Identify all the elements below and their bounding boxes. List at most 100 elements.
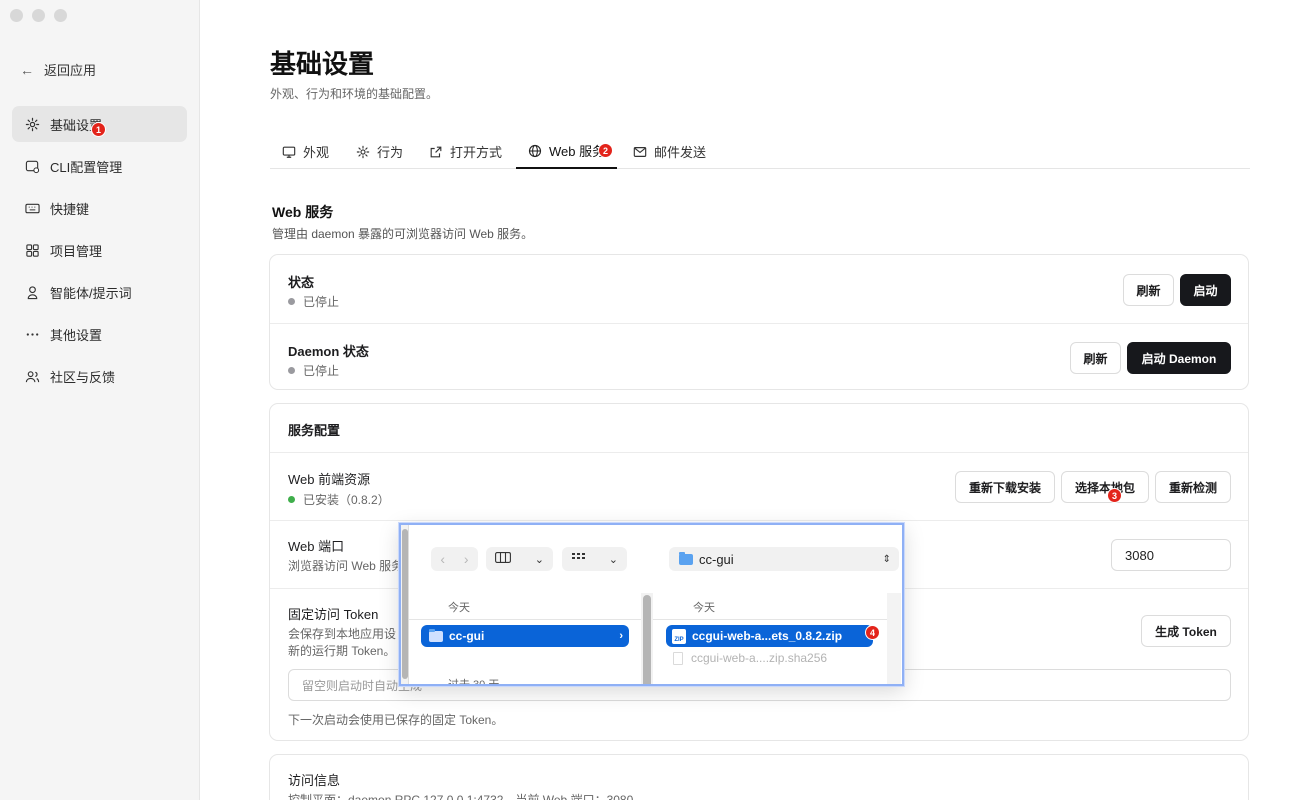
monitor-icon xyxy=(282,145,296,159)
tab-label: 行为 xyxy=(377,145,404,160)
column-header-today-right: 今天 xyxy=(693,602,715,614)
arrow-left-icon: ← xyxy=(20,61,34,78)
columns-icon xyxy=(495,552,511,566)
agent-icon xyxy=(24,284,40,300)
sidebar: ← 返回应用 基础设置 1 CLI配置管理 快捷键 项目管理 智能体/提示词 其… xyxy=(0,0,200,800)
frontend-status-value: 已安装（0.8.2） xyxy=(303,493,390,507)
column-header-today: 今天 xyxy=(448,602,470,614)
token-hint: 下一次启动会使用已保存的固定 Token。 xyxy=(288,713,504,727)
sidebar-item-label: 项目管理 xyxy=(50,243,103,259)
settings-tabs: 外观 行为 打开方式 Web 服务 2 邮件发送 xyxy=(270,134,1250,169)
start-daemon-button[interactable]: 启动 Daemon xyxy=(1127,342,1231,374)
file-icon xyxy=(673,651,683,665)
folder-name: cc-gui xyxy=(449,629,485,643)
folder-icon xyxy=(429,628,443,642)
status-value: 已停止 xyxy=(303,295,340,309)
start-button[interactable]: 启动 xyxy=(1180,274,1231,306)
divider xyxy=(653,619,887,620)
redownload-button[interactable]: 重新下载安装 xyxy=(955,471,1055,503)
config-title: 服务配置 xyxy=(288,423,341,438)
gear-icon xyxy=(24,116,40,132)
scrollbar-track[interactable] xyxy=(887,593,901,684)
tab-mail[interactable]: 邮件发送 xyxy=(621,134,718,169)
section-title: Web 服务 xyxy=(272,204,334,220)
page-title: 基础设置 xyxy=(270,49,375,79)
sidebar-item-label: CLI配置管理 xyxy=(50,159,123,175)
close-window-button[interactable] xyxy=(10,9,23,22)
picker-side-strip xyxy=(401,525,409,684)
sidebar-item-shortcuts[interactable]: 快捷键 xyxy=(12,190,187,226)
back-forward-buttons[interactable]: ‹ › xyxy=(431,547,478,571)
sidebar-item-projects[interactable]: 项目管理 xyxy=(12,232,187,268)
status-card: 状态 已停止 刷新 启动 Daemon 状态 已停止 刷新 启动 Daemon xyxy=(269,254,1249,390)
status-label: 状态 xyxy=(288,275,315,290)
tab-web-service[interactable]: Web 服务 2 xyxy=(516,134,618,169)
folder-icon xyxy=(679,551,693,565)
recheck-button[interactable]: 重新检测 xyxy=(1155,471,1231,503)
location-label: cc-gui xyxy=(699,551,734,567)
column-divider[interactable] xyxy=(641,593,653,684)
daemon-status-row: Daemon 状态 已停止 刷新 启动 Daemon xyxy=(270,323,1248,391)
grid-icon xyxy=(24,242,40,258)
access-info-description: 控制平面：daemon RPC 127.0.0.1:4732，当前 Web 端口… xyxy=(288,793,634,800)
sidebar-item-agents[interactable]: 智能体/提示词 xyxy=(12,274,187,310)
back-label: 返回应用 xyxy=(44,63,97,78)
token-description-line-1: 会保存到本地应用设 xyxy=(288,627,397,641)
page-subtitle: 外观、行为和环境的基础配置。 xyxy=(270,87,439,101)
group-mode-dropdown[interactable]: ⌄ xyxy=(562,547,627,571)
button-label: 选择本地包 xyxy=(1074,480,1135,495)
status-dot xyxy=(288,496,295,503)
users-icon xyxy=(24,368,40,384)
sidebar-item-label: 快捷键 xyxy=(50,201,90,217)
divider xyxy=(409,619,641,620)
grid-view-icon xyxy=(571,552,587,566)
more-icon xyxy=(24,326,40,342)
frontend-label: Web 前端资源 xyxy=(288,472,371,487)
status-dot xyxy=(288,298,295,305)
file-picker-dialog[interactable]: ‹ › ⌄ ⌄ cc-gui ⇕ 今天 cc-gui › 过去 30 天 今天 … xyxy=(399,523,904,686)
gear-icon xyxy=(356,145,370,159)
daemon-status-label: Daemon 状态 xyxy=(288,344,369,359)
port-description: 浏览器访问 Web 服务 xyxy=(288,559,404,573)
sidebar-item-other-settings[interactable]: 其他设置 xyxy=(12,316,187,352)
location-popup[interactable]: cc-gui ⇕ xyxy=(669,547,899,571)
choose-local-package-button[interactable]: 选择本地包 3 xyxy=(1061,471,1149,503)
tab-behavior[interactable]: 行为 xyxy=(344,134,415,169)
sidebar-item-label: 其他设置 xyxy=(50,327,103,343)
sidebar-nav: 基础设置 1 CLI配置管理 快捷键 项目管理 智能体/提示词 其他设置 社区与… xyxy=(12,106,187,400)
config-header-row: 服务配置 xyxy=(270,404,1248,452)
tab-label: 邮件发送 xyxy=(654,145,707,160)
access-info-title: 访问信息 xyxy=(288,773,341,788)
port-label: Web 端口 xyxy=(288,539,345,554)
step-badge-4: 4 xyxy=(865,625,880,640)
tab-appearance[interactable]: 外观 xyxy=(270,134,341,169)
folder-item-cc-gui[interactable]: cc-gui › xyxy=(421,625,629,647)
tab-label: Web 服务 xyxy=(549,144,606,159)
step-badge-2: 2 xyxy=(598,143,613,158)
view-mode-dropdown[interactable]: ⌄ xyxy=(486,547,553,571)
zoom-window-button[interactable] xyxy=(54,9,67,22)
scrollbar[interactable] xyxy=(402,529,408,679)
status-dot xyxy=(288,367,295,374)
refresh-button[interactable]: 刷新 xyxy=(1123,274,1174,306)
chevron-left-icon[interactable]: ‹ xyxy=(440,551,445,567)
file-item-zip[interactable]: ZIP ccgui-web-a...ets_0.8.2.zip 4 xyxy=(666,625,880,647)
generate-token-button[interactable]: 生成 Token xyxy=(1141,615,1231,647)
back-to-app-link[interactable]: ← 返回应用 xyxy=(20,60,96,79)
sidebar-item-basic-settings[interactable]: 基础设置 1 xyxy=(12,106,187,142)
sidebar-item-cli-config[interactable]: CLI配置管理 xyxy=(12,148,187,184)
status-row: 状态 已停止 刷新 启动 xyxy=(270,255,1248,323)
scrollbar[interactable] xyxy=(643,595,651,684)
minimize-window-button[interactable] xyxy=(32,9,45,22)
chevron-down-icon: ⌄ xyxy=(608,553,618,566)
port-input[interactable]: 3080 xyxy=(1111,539,1231,571)
zip-file-icon: ZIP xyxy=(672,628,686,644)
token-label: 固定访问 Token xyxy=(288,607,379,622)
cli-config-icon xyxy=(24,158,40,174)
column-header-past-30-days: 过去 30 天 xyxy=(448,679,500,686)
chevron-right-icon[interactable]: › xyxy=(464,551,469,567)
sidebar-item-community[interactable]: 社区与反馈 xyxy=(12,358,187,394)
tab-label: 外观 xyxy=(303,145,330,160)
tab-open-with[interactable]: 打开方式 xyxy=(417,134,514,169)
daemon-refresh-button[interactable]: 刷新 xyxy=(1070,342,1121,374)
